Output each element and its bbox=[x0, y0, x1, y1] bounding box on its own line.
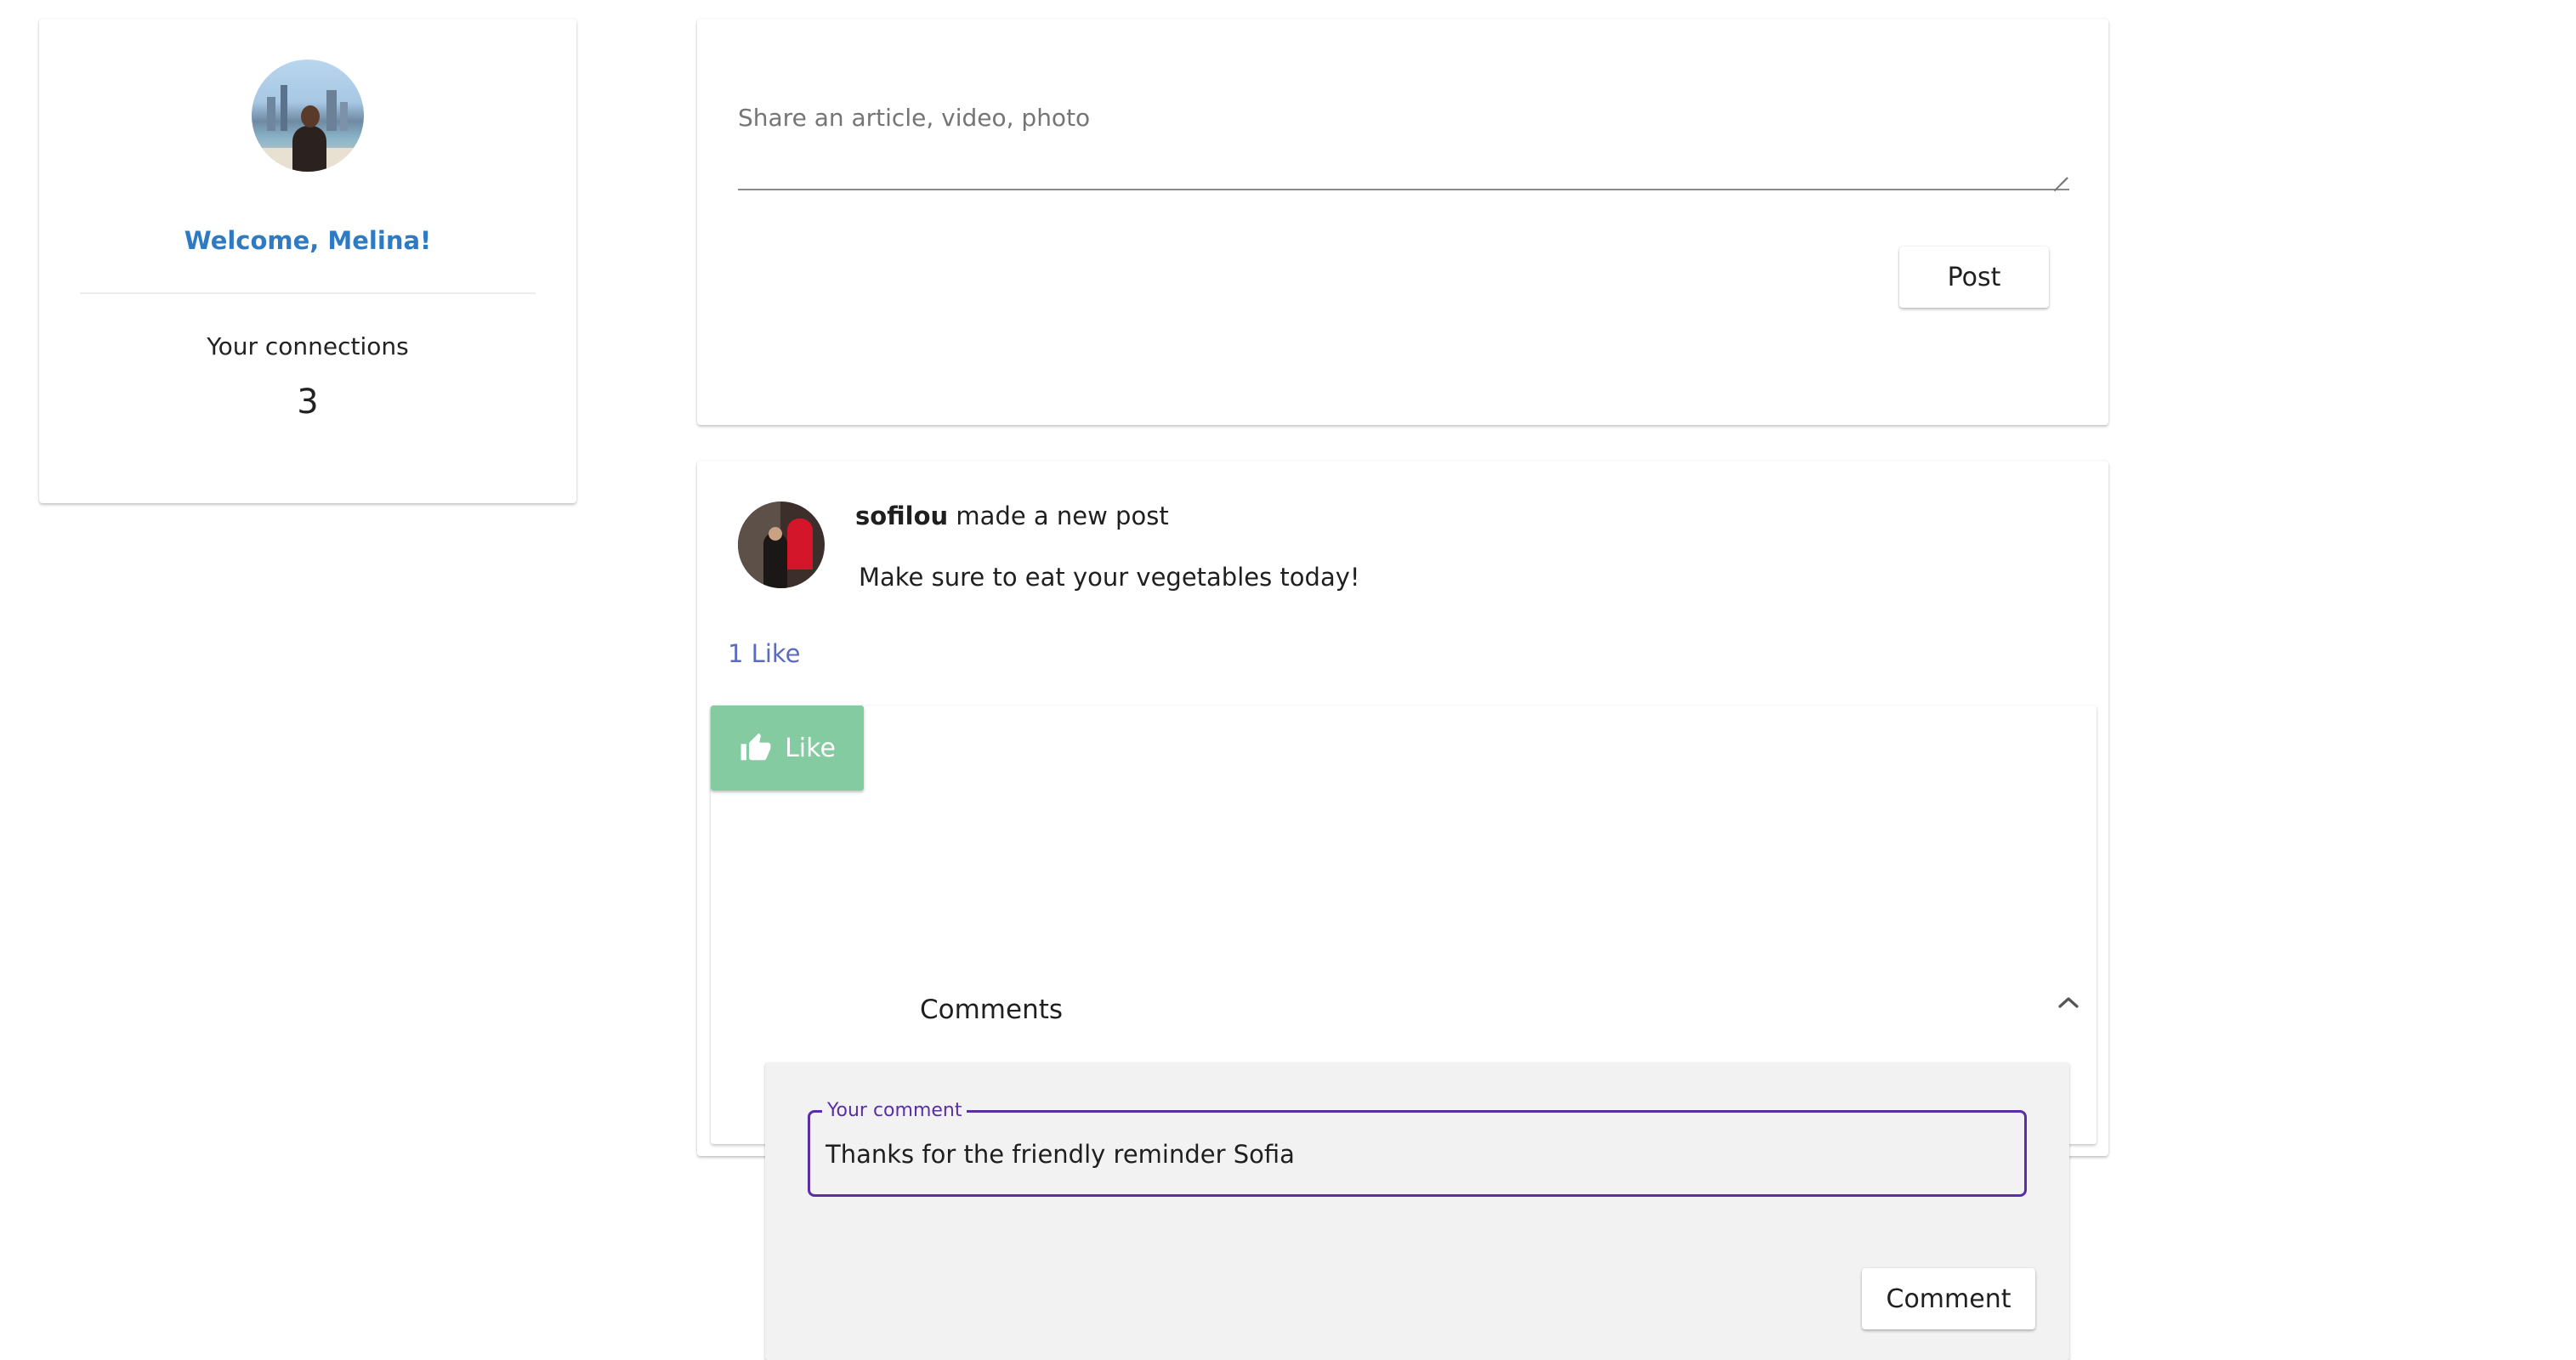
thumbs-up-icon bbox=[740, 733, 771, 761]
comment-form: Your comment Comment bbox=[765, 1062, 2069, 1360]
like-count[interactable]: 1 Like bbox=[728, 639, 801, 668]
connections-count: 3 bbox=[297, 382, 319, 422]
like-button-label: Like bbox=[785, 733, 836, 763]
feed-post-card: sofilou made a new post Make sure to eat… bbox=[697, 461, 2108, 1360]
author-avatar[interactable] bbox=[738, 502, 825, 588]
post-body: Make sure to eat your vegetables today! bbox=[859, 563, 1360, 592]
post-composer-card: Post bbox=[697, 19, 2108, 425]
divider bbox=[80, 292, 536, 294]
comment-field[interactable]: Your comment bbox=[808, 1101, 2027, 1197]
post-author[interactable]: sofilou bbox=[855, 502, 948, 530]
connections-label: Your connections bbox=[207, 332, 409, 360]
comments-panel: Comments Your comment Comment bbox=[711, 706, 2097, 1360]
avatar[interactable] bbox=[252, 60, 364, 172]
chevron-up-icon-svg bbox=[2058, 997, 2079, 1008]
post-action-text: made a new post bbox=[956, 502, 1169, 530]
resize-handle-icon[interactable] bbox=[2052, 165, 2068, 180]
like-button[interactable]: Like bbox=[711, 706, 864, 790]
profile-card: Welcome, Melina! Your connections 3 bbox=[39, 19, 576, 503]
comment-input[interactable] bbox=[826, 1133, 2007, 1176]
chevron-up-icon[interactable] bbox=[2052, 986, 2085, 1018]
comments-title[interactable]: Comments bbox=[920, 994, 1063, 1025]
post-header: sofilou made a new post bbox=[855, 502, 1169, 530]
comment-button[interactable]: Comment bbox=[1862, 1268, 2035, 1329]
post-button[interactable]: Post bbox=[1899, 246, 2049, 308]
comment-field-label: Your comment bbox=[822, 1101, 967, 1121]
welcome-heading: Welcome, Melina! bbox=[184, 226, 432, 255]
share-input[interactable] bbox=[738, 87, 2069, 190]
